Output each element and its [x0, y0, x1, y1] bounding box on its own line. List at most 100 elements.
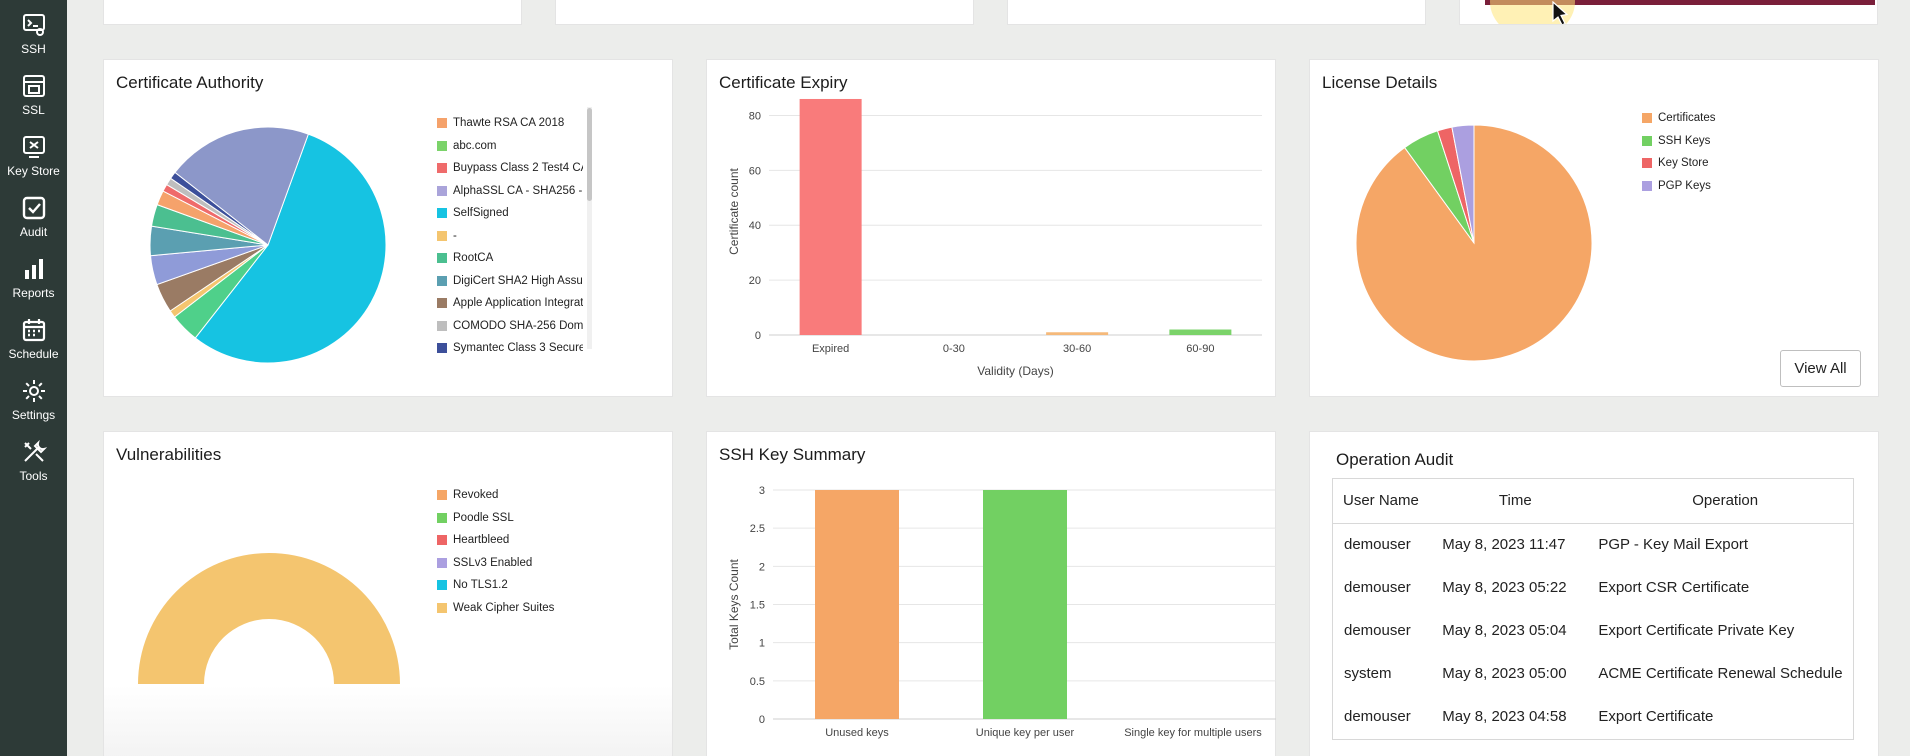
- legend-swatch: [1642, 158, 1652, 169]
- view-all-button[interactable]: View All: [1780, 350, 1861, 387]
- legend-swatch: [437, 490, 447, 501]
- y-tick-label: 80: [749, 110, 761, 122]
- sidebar: SSH SSL Key Store Audit Reports Schedule…: [0, 0, 67, 756]
- sidebar-item-label: Key Store: [7, 164, 60, 178]
- column-header-time[interactable]: Time: [1433, 479, 1598, 524]
- legend-item[interactable]: COMODO SHA-256 Doma: [437, 315, 583, 338]
- table-header-row: User Name Time Operation: [1333, 479, 1853, 524]
- y-tick-label: 0.5: [750, 676, 765, 688]
- legend-item[interactable]: No TLS1.2: [437, 574, 637, 597]
- audit-table-container: User Name Time Operation demouser May 8,…: [1332, 478, 1854, 740]
- cell-user-name: demouser: [1344, 708, 1411, 725]
- top-card-3: [1007, 0, 1426, 25]
- x-axis-label: Validity (Days): [977, 364, 1053, 378]
- column-header-user-name[interactable]: User Name: [1333, 479, 1434, 524]
- legend-item[interactable]: SSH Keys: [1642, 130, 1842, 153]
- legend-swatch: [437, 140, 447, 151]
- sidebar-item-audit[interactable]: Audit: [0, 193, 67, 251]
- legend-label: Thawte RSA CA 2018: [453, 117, 565, 130]
- legend-label: AlphaSSL CA - SHA256 -: [453, 184, 583, 197]
- legend-label: SelfSigned: [453, 207, 509, 220]
- legend-item[interactable]: Thawte RSA CA 2018: [437, 112, 583, 135]
- legend-item[interactable]: SSLv3 Enabled: [437, 552, 637, 575]
- cell-time: May 8, 2023 11:47: [1442, 536, 1566, 554]
- sidebar-item-label: SSL: [22, 103, 45, 117]
- sidebar-item-label: SSH: [21, 42, 46, 56]
- card-title: License Details: [1322, 73, 1438, 92]
- x-tick-label: Unique key per user: [976, 727, 1075, 739]
- x-tick-label: 60-90: [1186, 343, 1214, 355]
- top-card-2: [555, 0, 974, 25]
- legend-scrollbar-thumb[interactable]: [587, 108, 592, 201]
- card-title: Operation Audit: [1336, 450, 1454, 469]
- legend-label: -: [453, 229, 457, 242]
- y-tick-label: 40: [749, 220, 761, 232]
- legend-item[interactable]: PGP Keys: [1642, 175, 1842, 198]
- x-tick-label: Single key for multiple users: [1124, 727, 1262, 739]
- legend-label: Certificates: [1658, 112, 1716, 125]
- legend-swatch: [437, 163, 447, 174]
- cell-operation: Export Certificate Private Key: [1598, 622, 1795, 639]
- audit-icon: [22, 196, 45, 220]
- sidebar-item-settings[interactable]: Settings: [0, 376, 67, 434]
- sidebar-item-ssl[interactable]: SSL: [0, 71, 67, 129]
- y-tick-label: 0: [755, 330, 761, 342]
- bar: [1169, 329, 1232, 335]
- legend-item[interactable]: SelfSigned: [437, 202, 583, 225]
- legend-item[interactable]: Weak Cipher Suites: [437, 597, 637, 620]
- legend-swatch: [1642, 135, 1652, 146]
- ca-legend: Thawte RSA CA 2018 abc.com Buypass Class 2…: [437, 112, 583, 360]
- sidebar-item-reports[interactable]: Reports: [0, 254, 67, 312]
- legend-item[interactable]: Buypass Class 2 Test4 CA: [437, 157, 583, 180]
- y-tick-label: 3: [759, 485, 765, 497]
- legend-swatch: [437, 512, 447, 523]
- cell-user-name: demouser: [1344, 536, 1411, 554]
- y-tick-label: 1.5: [750, 600, 765, 612]
- legend-label: Heartbleed: [453, 534, 510, 547]
- cell-user-name: system: [1344, 665, 1392, 682]
- legend-label: Symantec Class 3 Secure: [453, 342, 583, 355]
- legend-item[interactable]: Apple Application Integrat: [437, 292, 583, 315]
- sidebar-item-label: Schedule: [8, 347, 59, 361]
- y-tick-label: 60: [749, 165, 761, 177]
- cell-operation: ACME Certificate Renewal Schedule: [1598, 665, 1843, 682]
- legend-item[interactable]: Poodle SSL: [437, 507, 637, 530]
- legend-item[interactable]: abc.com: [437, 135, 583, 158]
- y-tick-label: 0: [759, 714, 765, 726]
- table-row[interactable]: system May 8, 2023 05:00 ACME Certificat…: [1333, 652, 1853, 695]
- bar: [815, 490, 899, 719]
- x-tick-label: Unused keys: [825, 727, 889, 739]
- sidebar-item-key-store[interactable]: Key Store: [0, 132, 67, 190]
- legend-label: DigiCert SHA2 High Assur: [453, 274, 583, 287]
- legend-swatch: [437, 253, 447, 264]
- legend-swatch: [437, 275, 447, 286]
- legend-item[interactable]: -: [437, 225, 583, 248]
- legend-label: RootCA: [453, 252, 494, 265]
- expiry-bar-chart: 0 20 40 60 80 Expired 0-30 30-60 60-90 Validity (…: [727, 98, 1262, 378]
- cell-user-name: demouser: [1344, 622, 1411, 639]
- column-header-operation[interactable]: Operation: [1597, 479, 1853, 524]
- legend-item[interactable]: Key Store: [1642, 152, 1842, 175]
- license-pie-chart: [1356, 125, 1593, 362]
- sidebar-item-label: Audit: [19, 225, 48, 239]
- legend-swatch: [1642, 180, 1652, 191]
- legend-label: Poodle SSL: [453, 511, 514, 524]
- legend-item[interactable]: RootCA: [437, 247, 583, 270]
- legend-item[interactable]: DigiCert SHA2 High Assur: [437, 270, 583, 293]
- table-row[interactable]: demouser May 8, 2023 05:22 Export CSR Ce…: [1333, 566, 1853, 609]
- cell-user-name: demouser: [1344, 579, 1411, 596]
- bar: [1046, 332, 1109, 335]
- table-row[interactable]: demouser May 8, 2023 05:04 Export Certif…: [1333, 609, 1853, 652]
- legend-item[interactable]: Symantec Class 3 Secure: [437, 337, 583, 360]
- table-row[interactable]: demouser May 8, 2023 04:58 Export Certif…: [1333, 695, 1853, 738]
- sidebar-item-ssh[interactable]: SSH: [0, 10, 67, 68]
- legend-item[interactable]: Heartbleed: [437, 529, 637, 552]
- legend-swatch: [437, 557, 447, 568]
- legend-item[interactable]: AlphaSSL CA - SHA256 -: [437, 180, 583, 203]
- legend-item[interactable]: Revoked: [437, 484, 637, 507]
- legend-swatch: [437, 230, 447, 241]
- sidebar-item-tools[interactable]: Tools: [0, 437, 67, 495]
- table-row[interactable]: demouser May 8, 2023 11:47 PGP - Key Mai…: [1333, 523, 1853, 566]
- sidebar-item-schedule[interactable]: Schedule: [0, 315, 67, 373]
- legend-item[interactable]: Certificates: [1642, 107, 1842, 130]
